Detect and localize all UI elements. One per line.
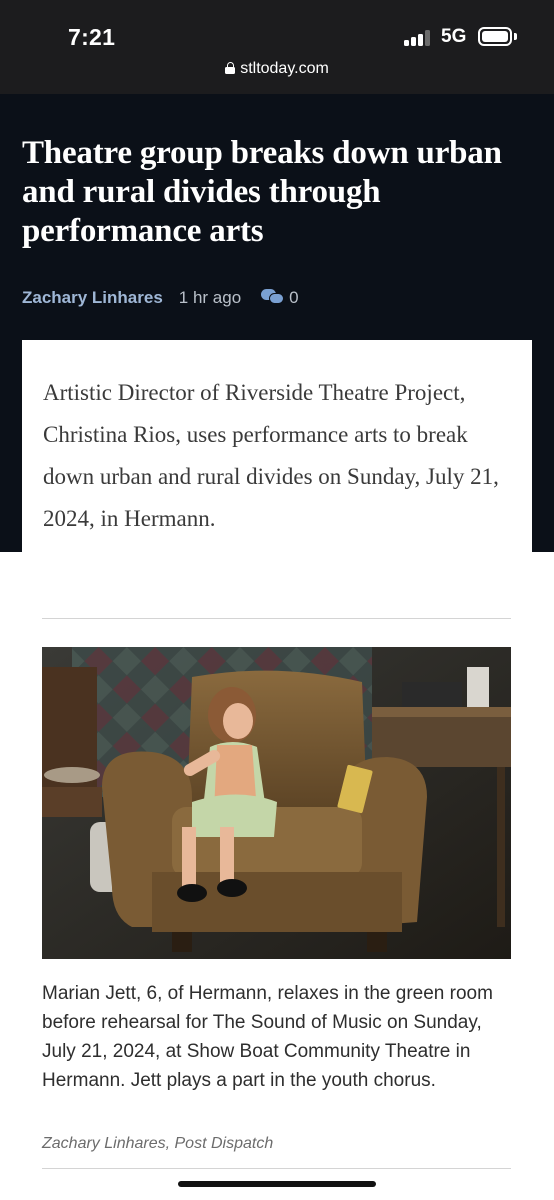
battery-icon bbox=[478, 27, 512, 46]
byline: Zachary Linhares 1 hr ago 0 bbox=[22, 288, 299, 310]
divider-bottom bbox=[42, 1168, 511, 1169]
battery-cap bbox=[514, 33, 517, 40]
address-bar[interactable]: stltoday.com bbox=[0, 60, 554, 78]
photo-credit: Zachary Linhares, Post Dispatch bbox=[42, 1135, 274, 1152]
network-type: 5G bbox=[441, 26, 467, 47]
comment-icon[interactable] bbox=[261, 289, 285, 305]
article-summary: Artistic Director of Riverside Theatre P… bbox=[43, 380, 499, 531]
photo-caption: Marian Jett, 6, of Hermann, relaxes in t… bbox=[42, 983, 493, 1091]
published-time: 1 hr ago bbox=[178, 288, 242, 307]
summary-card: Artistic Director of Riverside Theatre P… bbox=[22, 340, 532, 580]
divider bbox=[42, 618, 511, 619]
url-text: stltoday.com bbox=[240, 60, 329, 77]
home-indicator[interactable] bbox=[178, 1181, 376, 1187]
signal-bars-icon bbox=[404, 30, 432, 46]
article-photo[interactable] bbox=[42, 647, 511, 959]
status-bar: 7:21 5G stltoday.com bbox=[0, 0, 554, 94]
clock: 7:21 bbox=[68, 24, 116, 50]
article-headline: Theatre group breaks down urban and rura… bbox=[22, 135, 502, 249]
author-link[interactable]: Zachary Linhares bbox=[22, 288, 163, 307]
comment-count[interactable]: 0 bbox=[289, 288, 298, 307]
lock-icon bbox=[225, 62, 236, 74]
